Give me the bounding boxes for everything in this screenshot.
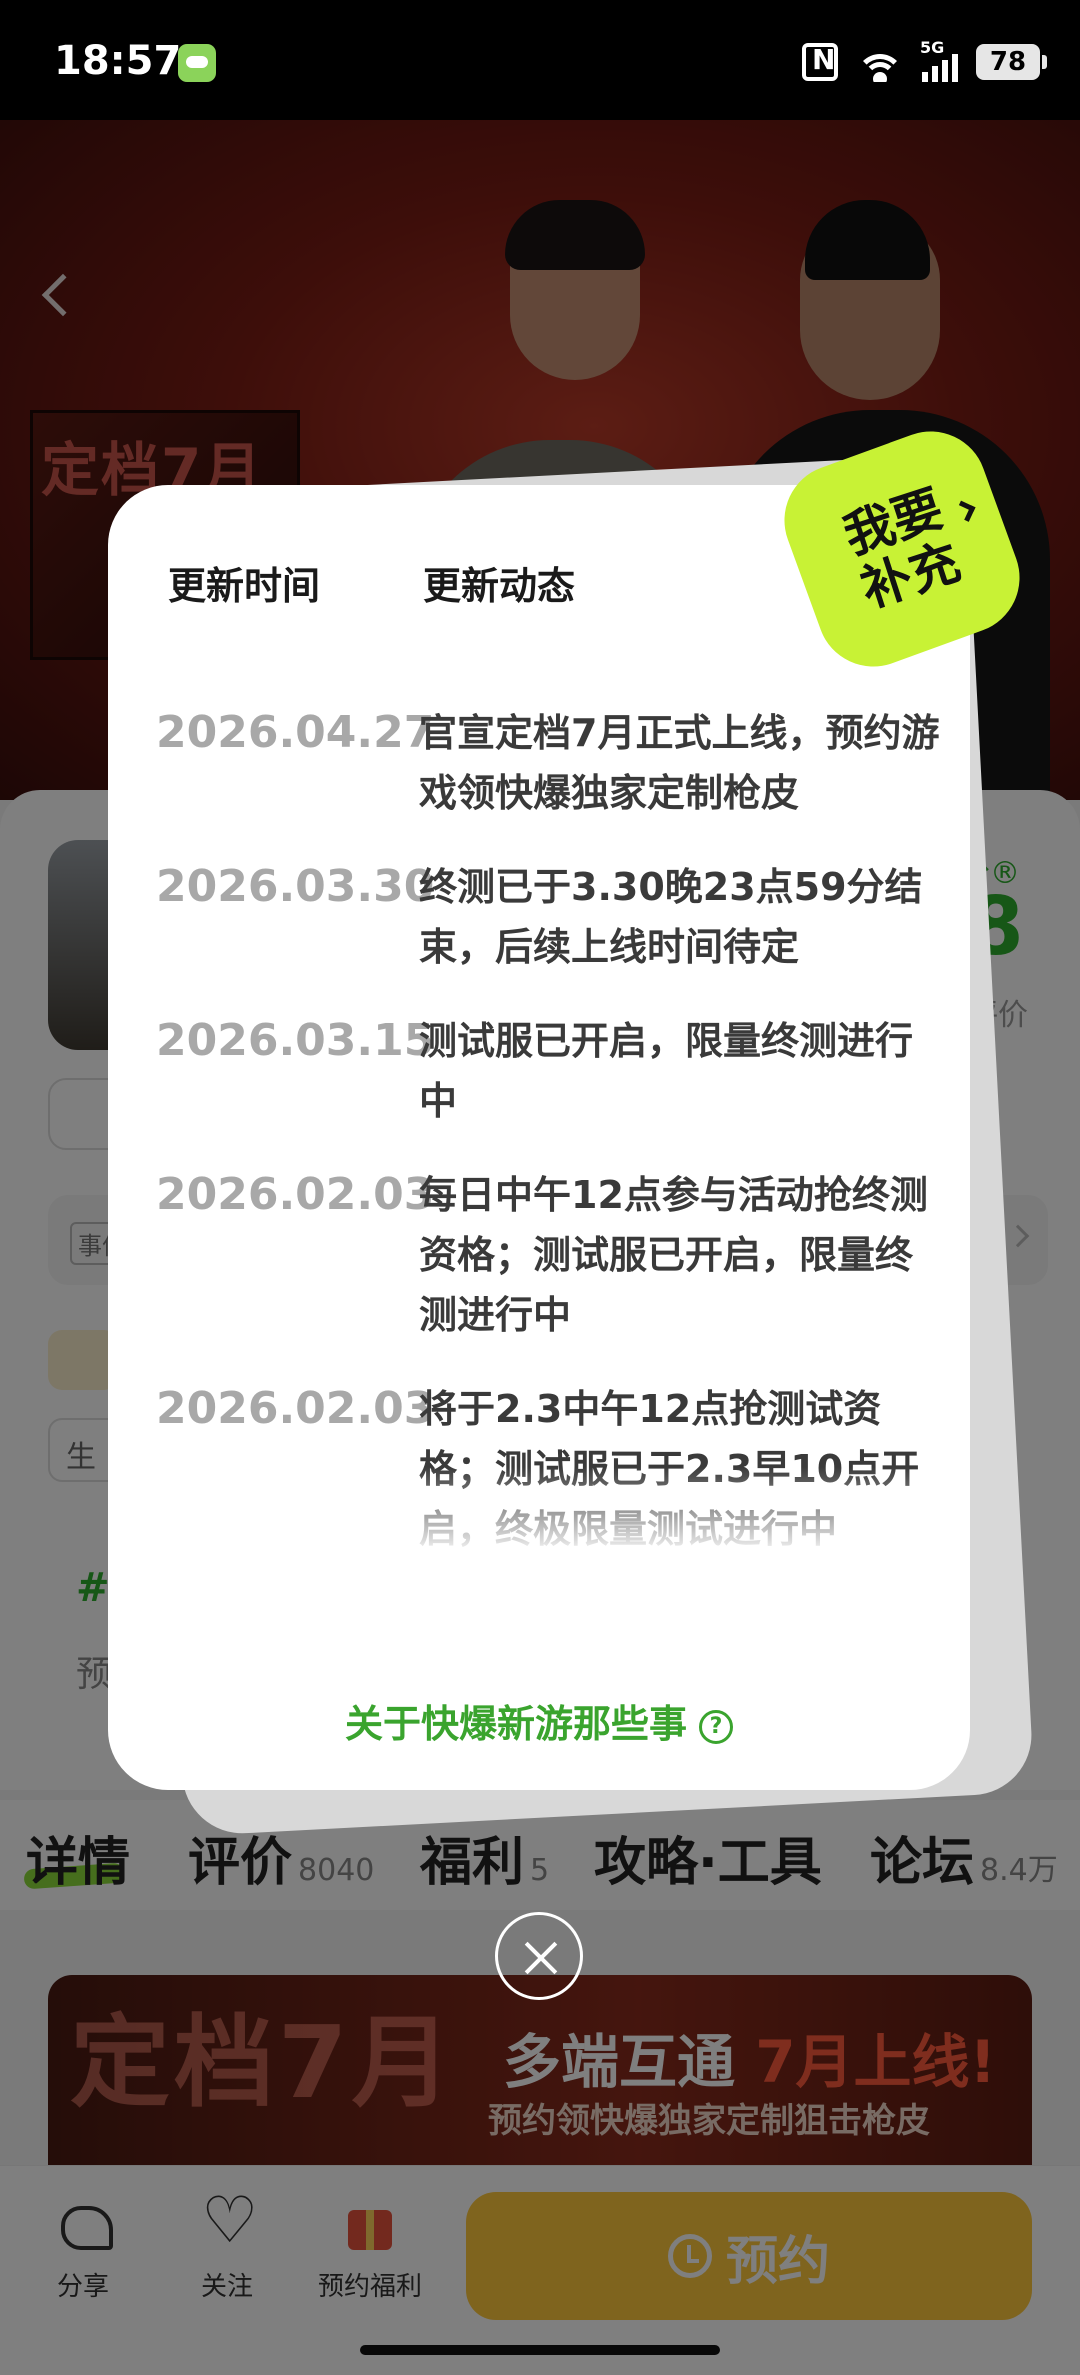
update-text: 官宣定档7月正式上线，预约游戏领快爆独家定制枪皮: [419, 711, 940, 815]
update-text: 将于2.3中午12点抢测试资格；测试服已于2.3早10点开启，终极限量测试进行中: [419, 1387, 920, 1551]
app-notification-icon: [178, 44, 216, 82]
update-date: 2026.02.03: [156, 1169, 435, 1220]
column-header-time: 更新时间: [168, 564, 321, 608]
status-icons: 5G 78: [802, 38, 1047, 84]
update-date: 2026.04.27: [156, 707, 435, 758]
about-new-games-label: 关于快爆新游那些事: [344, 1702, 687, 1746]
update-date: 2026.03.15: [156, 1015, 435, 1066]
close-dialog-button[interactable]: [495, 1912, 583, 2000]
wifi-icon: [856, 42, 904, 82]
update-history-dialog: 更新时间 更新动态 2026.04.27 官宣定档7月正式上线，预约游戏领快爆独…: [108, 485, 970, 1790]
supplement-label: 我要 补充: [836, 479, 968, 619]
chevron-right-icon: [954, 500, 976, 522]
update-text: 终测已于3.30晚23点59分结束，后续上线时间待定: [419, 865, 923, 969]
update-row: 2026.02.03 每日中午12点参与活动抢终测资格；测试服已开启，限量终测进…: [156, 1169, 946, 1345]
help-icon: ?: [699, 1709, 733, 1744]
screen: 18:57 5G 78 定档7月: [0, 0, 1080, 2375]
network-type: 5G: [920, 38, 945, 57]
update-list[interactable]: 2026.04.27 官宣定档7月正式上线，预约游戏领快爆独家定制枪皮 2026…: [156, 707, 946, 1557]
update-row: 2026.03.30 终测已于3.30晚23点59分结束，后续上线时间待定: [156, 861, 946, 977]
update-date: 2026.03.30: [156, 861, 435, 912]
update-text: 测试服已开启，限量终测进行中: [419, 1019, 914, 1123]
nfc-icon: [802, 43, 838, 81]
battery-icon: 78: [976, 44, 1047, 80]
column-header-news: 更新动态: [423, 564, 576, 608]
status-bar: 18:57 5G 78: [0, 0, 1080, 120]
update-row: 2026.02.03 将于2.3中午12点抢测试资格；测试服已于2.3早10点开…: [156, 1383, 946, 1557]
update-text: 每日中午12点参与活动抢终测资格；测试服已开启，限量终测进行中: [419, 1173, 928, 1337]
update-row: 2026.03.15 测试服已开启，限量终测进行中: [156, 1015, 946, 1131]
status-time: 18:57: [54, 38, 182, 84]
update-date: 2026.02.03: [156, 1383, 435, 1434]
update-row: 2026.04.27 官宣定档7月正式上线，预约游戏领快爆独家定制枪皮: [156, 707, 946, 823]
cellular-signal-icon: 5G: [920, 38, 958, 82]
about-new-games-link[interactable]: 关于快爆新游那些事?: [108, 1693, 970, 1748]
